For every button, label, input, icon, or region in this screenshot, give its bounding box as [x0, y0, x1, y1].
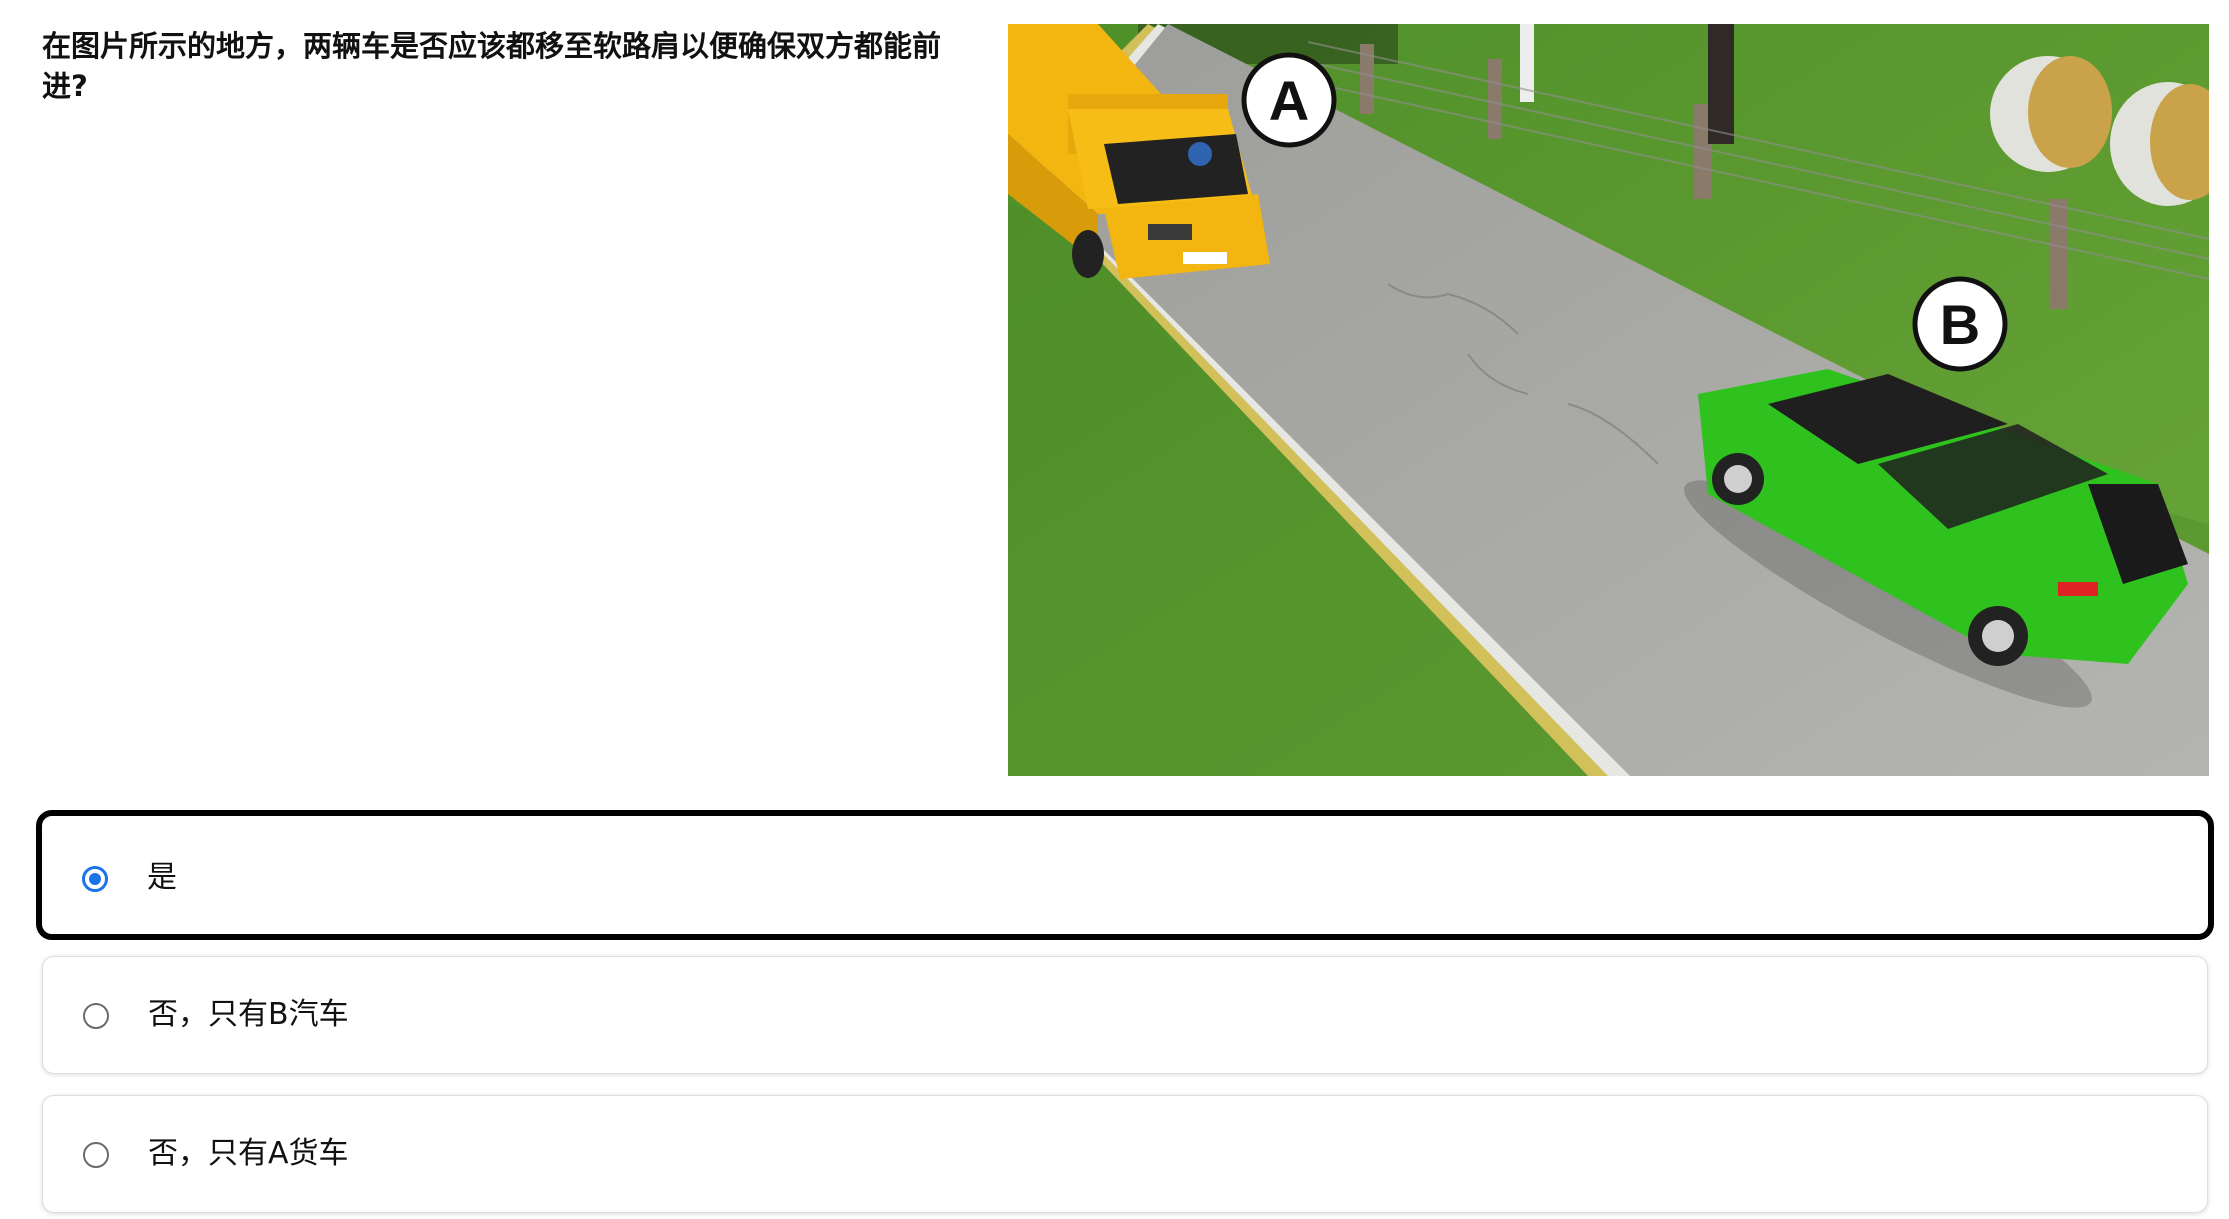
answer-option-label: 否，只有A货车 [148, 1136, 349, 1171]
svg-text:A: A [1269, 69, 1309, 132]
radio-button-checked[interactable] [82, 866, 108, 892]
radio-button[interactable] [83, 1003, 109, 1029]
answer-option-label: 是 [147, 860, 177, 895]
answer-option-3[interactable]: 否，只有A货车 [42, 1095, 2208, 1213]
svg-text:B: B [1940, 293, 1980, 356]
marker-a: A [1241, 52, 1337, 148]
marker-b: B [1912, 276, 2008, 372]
answer-option-2[interactable]: 否，只有B汽车 [42, 956, 2208, 1074]
answer-option-1[interactable]: 是 [36, 810, 2214, 940]
radio-dot-icon [89, 873, 101, 885]
question-text: 在图片所示的地方，两辆车是否应该都移至软路肩以便确保双方都能前进? [42, 29, 942, 103]
radio-button[interactable] [83, 1142, 109, 1168]
answer-option-label: 否，只有B汽车 [148, 997, 349, 1032]
question-illustration: A B [1008, 24, 2209, 776]
